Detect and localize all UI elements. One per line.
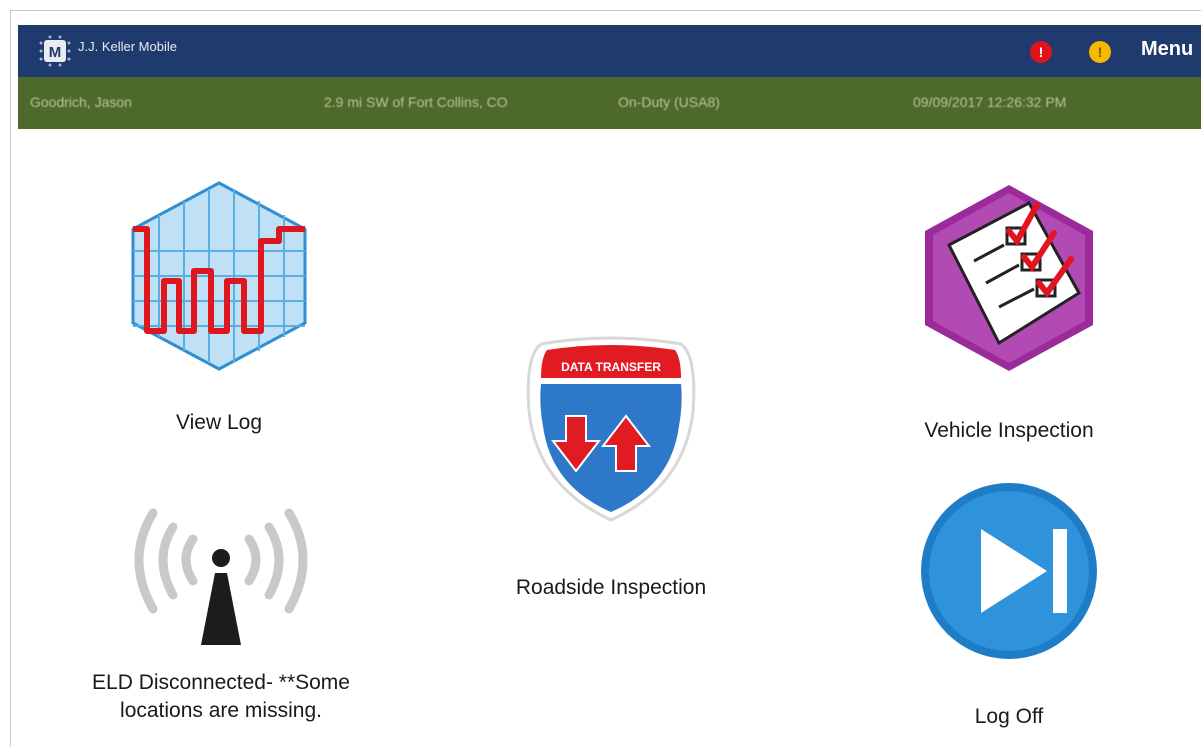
app-logo-icon: M	[39, 35, 71, 67]
top-bar: M J.J. Keller Mobile ! ! Menu	[18, 25, 1201, 77]
log-grid-icon	[131, 181, 307, 371]
status-bar: Goodrich, Jason 2.9 mi SW of Fort Collin…	[18, 77, 1201, 129]
menu-button[interactable]: Menu	[1141, 38, 1193, 61]
skip-forward-icon	[921, 483, 1097, 659]
view-log-tile[interactable]: View Log	[129, 181, 309, 435]
checklist-icon	[925, 185, 1093, 371]
log-off-tile[interactable]: Log Off	[879, 481, 1139, 729]
error-alert-icon[interactable]: !	[1030, 41, 1052, 63]
duty-status: On-Duty (USA8)	[618, 94, 720, 110]
vehicle-inspection-tile[interactable]: Vehicle Inspection	[879, 183, 1139, 443]
app-frame: M J.J. Keller Mobile ! ! Menu Goodrich, …	[10, 10, 1201, 747]
logo-letter: M	[49, 44, 62, 61]
vehicle-inspection-label: Vehicle Inspection	[924, 419, 1094, 442]
shield-text: DATA TRANSFER	[561, 360, 661, 374]
view-log-label: View Log	[175, 411, 262, 434]
eld-status-tile[interactable]: ELD Disconnected- **Some locations are m…	[61, 499, 381, 723]
data-transfer-shield-icon: DATA TRANSFER	[526, 336, 696, 522]
current-datetime: 09/09/2017 12:26:32 PM	[913, 94, 1067, 110]
roadside-inspection-tile[interactable]: DATA TRANSFER Roadside Inspection	[481, 336, 741, 600]
driver-name: Goodrich, Jason	[30, 94, 132, 110]
roadside-inspection-label: Roadside Inspection	[515, 576, 707, 599]
signal-tower-icon	[134, 508, 308, 645]
log-off-label: Log Off	[974, 705, 1044, 728]
app-title: J.J. Keller Mobile	[78, 39, 177, 54]
warning-alert-icon[interactable]: !	[1089, 41, 1111, 63]
current-location: 2.9 mi SW of Fort Collins, CO	[324, 94, 508, 110]
eld-status-line1: ELD Disconnected- **Some	[92, 671, 350, 694]
eld-status-line2: locations are missing.	[120, 699, 322, 722]
